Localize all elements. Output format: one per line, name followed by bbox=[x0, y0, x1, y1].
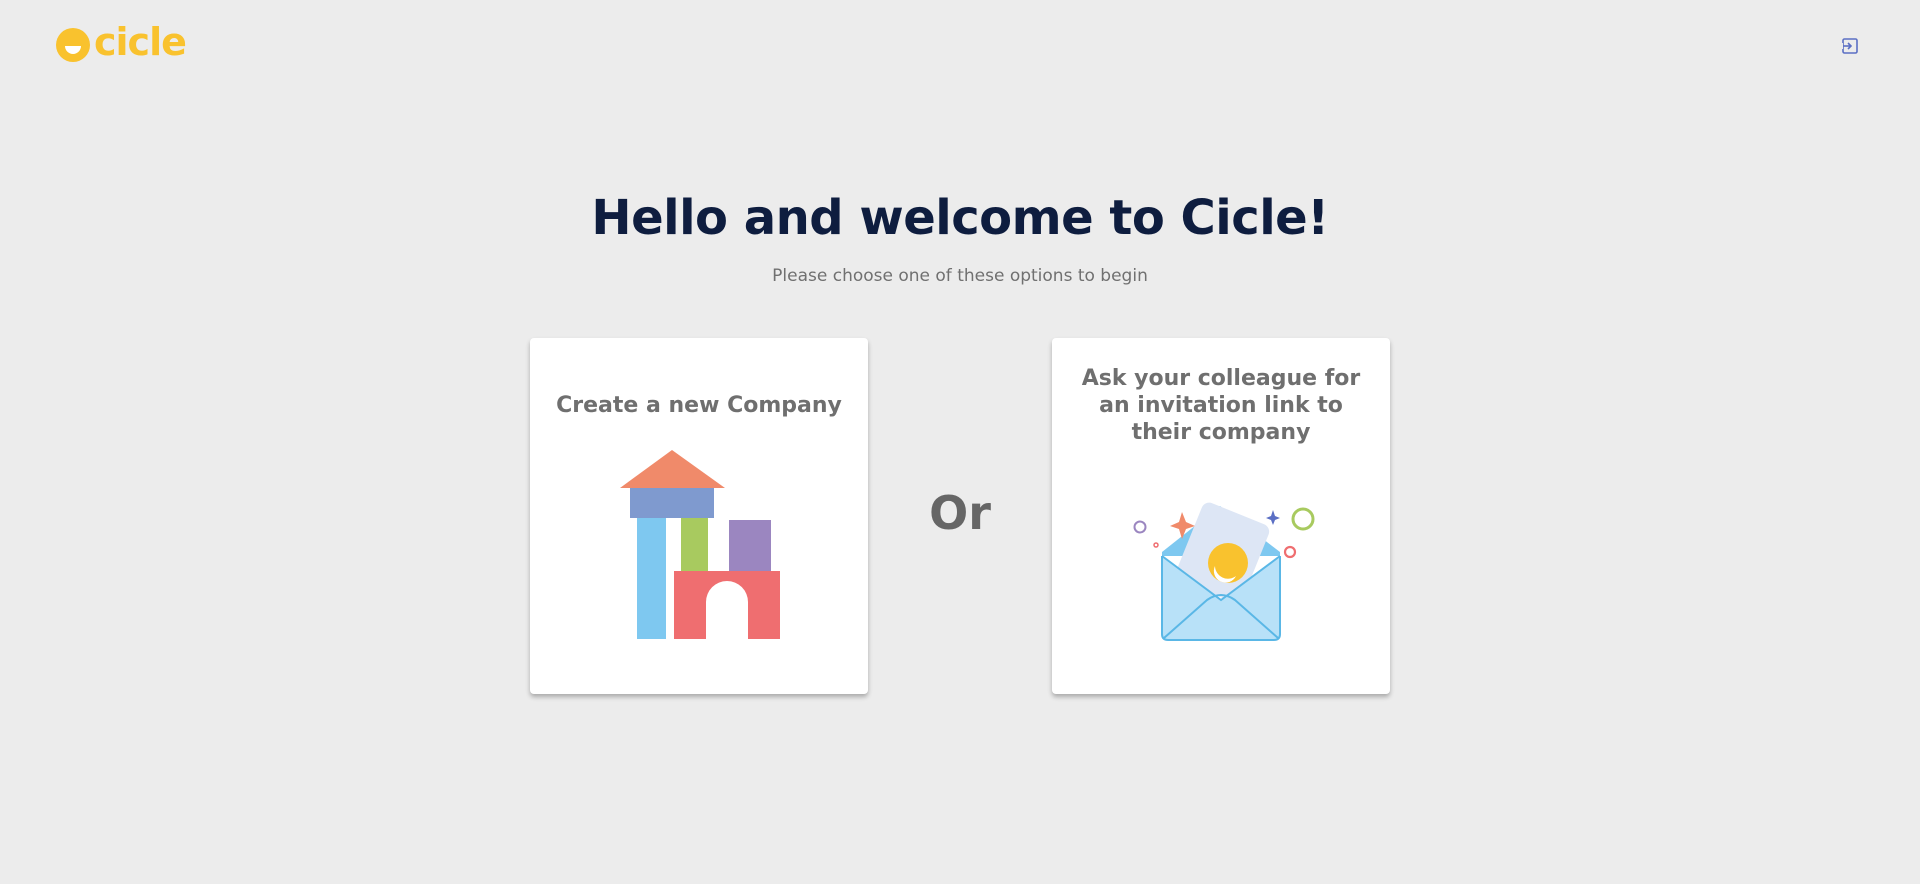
logo-mark-icon bbox=[56, 28, 90, 62]
invitation-card[interactable]: Ask your colleague for an invitation lin… bbox=[1052, 338, 1390, 694]
cicle-logo[interactable]: cicle bbox=[56, 23, 187, 62]
envelope-invitation-illustration bbox=[1133, 502, 1315, 641]
page-title: Hello and welcome to Cicle! bbox=[591, 190, 1329, 246]
logout-button[interactable] bbox=[1841, 37, 1859, 55]
logout-icon bbox=[1841, 38, 1858, 54]
create-company-card[interactable]: Create a new Company bbox=[530, 338, 868, 694]
building-blocks-illustration bbox=[620, 450, 780, 639]
or-separator: Or bbox=[929, 486, 991, 540]
welcome-page: cicle Hello and welcome to Cicle! Please… bbox=[0, 0, 1920, 884]
logo-text: cicle bbox=[94, 20, 187, 64]
page-subtitle: Please choose one of these options to be… bbox=[772, 266, 1148, 286]
